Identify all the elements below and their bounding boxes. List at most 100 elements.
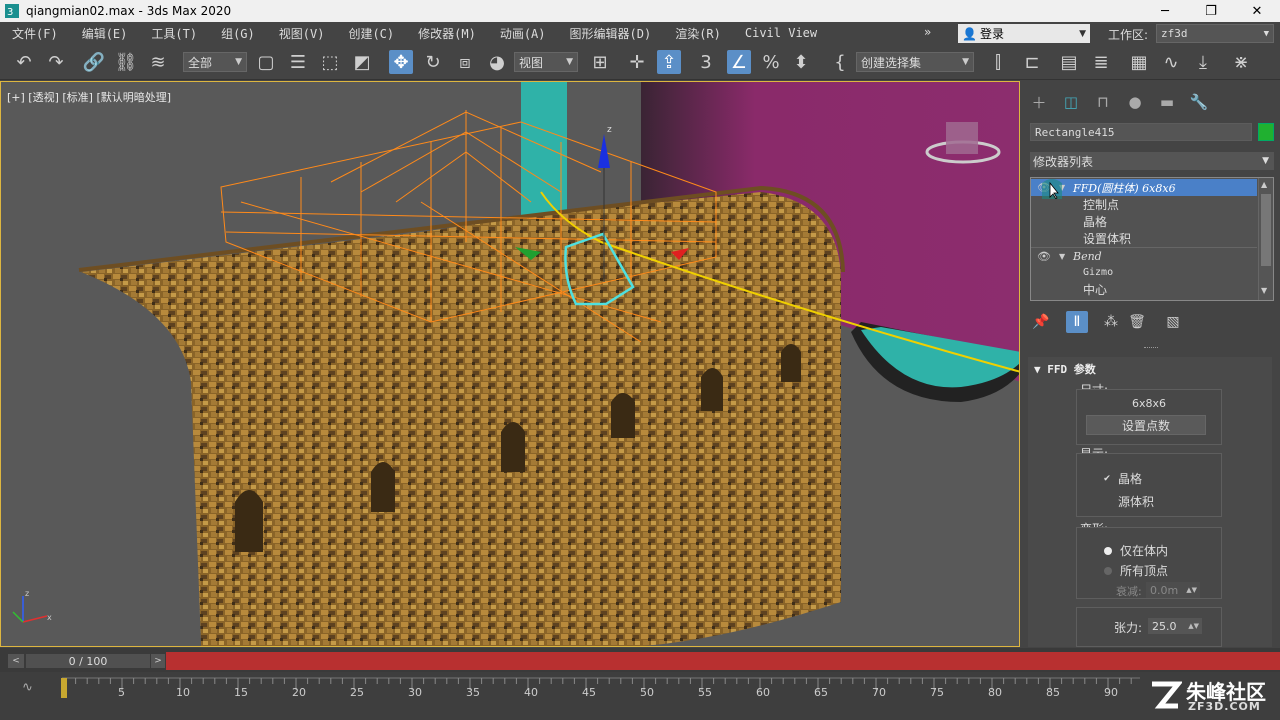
select-by-name-icon[interactable]: ☰ xyxy=(286,50,310,74)
material-editor-icon[interactable]: ⋇ xyxy=(1229,50,1253,74)
modify-tab-icon[interactable]: ◫ xyxy=(1060,91,1082,113)
remove-modifier-icon[interactable]: 🗑 xyxy=(1126,311,1148,333)
perspective-viewport[interactable]: z z x [+] [透视] [标准] [默认明暗处理] xyxy=(0,81,1020,647)
menu-file[interactable]: 文件(F) xyxy=(0,25,70,42)
stack-sub-lattice[interactable]: 晶格 xyxy=(1031,213,1257,230)
stack-sub-gizmo[interactable]: Gizmo xyxy=(1031,264,1257,281)
schematic-icon[interactable]: ⤓ xyxy=(1191,50,1215,74)
all-vertices-radio[interactable]: 所有顶点 xyxy=(1104,562,1168,579)
gizmo-z-label: z xyxy=(607,125,612,135)
maximize-button[interactable]: ❐ xyxy=(1188,0,1234,22)
ribbon-icon[interactable]: ▦ xyxy=(1127,50,1151,74)
motion-tab-icon[interactable]: ● xyxy=(1124,91,1146,113)
bind-space-warp-icon[interactable]: ≋ xyxy=(146,50,170,74)
object-name-field[interactable]: Rectangle415 xyxy=(1030,123,1252,141)
stack-scrollbar[interactable]: ▲ ▼ xyxy=(1258,178,1273,300)
menu-more-button[interactable]: » xyxy=(924,25,931,39)
selection-filter-dropdown[interactable]: 全部 ▼ xyxy=(183,52,247,72)
set-points-button[interactable]: 设置点数 xyxy=(1086,415,1206,435)
eye-icon[interactable]: 👁 xyxy=(1037,250,1051,263)
menu-animation[interactable]: 动画(A) xyxy=(488,25,558,42)
stack-sub-center[interactable]: 中心 xyxy=(1031,281,1257,298)
redo-icon[interactable]: ↷ xyxy=(44,50,68,74)
frame-tick-label: 30 xyxy=(408,686,422,699)
menu-rendering[interactable]: 渲染(R) xyxy=(663,25,733,42)
stack-sub-control-points[interactable]: 控制点 xyxy=(1031,196,1257,213)
object-color-swatch[interactable] xyxy=(1258,123,1274,141)
make-unique-icon[interactable]: ⁂ xyxy=(1100,311,1122,333)
rectangular-region-icon[interactable]: ⬚ xyxy=(318,50,342,74)
rotate-icon[interactable]: ↻ xyxy=(421,50,445,74)
curve-editor-icon[interactable]: ∿ xyxy=(1159,50,1183,74)
app-logo-icon: 3 xyxy=(5,4,19,18)
all-vertices-label: 所有顶点 xyxy=(1120,564,1169,578)
scroll-up-icon[interactable]: ▲ xyxy=(1261,180,1267,189)
select-manipulate-icon[interactable]: ✛ xyxy=(625,50,649,74)
mirror-icon[interactable]: ⫿ xyxy=(986,50,1010,74)
hierarchy-tab-icon[interactable]: ⊓ xyxy=(1092,91,1114,113)
named-selection-icon[interactable]: { xyxy=(828,50,852,74)
keyboard-shortcut-override-icon[interactable]: ⇪ xyxy=(657,50,681,74)
create-tab-icon[interactable]: ＋ xyxy=(1028,91,1050,113)
time-slider-prev-button[interactable]: < xyxy=(8,654,24,668)
pivot-icon[interactable]: ⊞ xyxy=(588,50,612,74)
falloff-spinner[interactable]: 0.0m ▲▼ xyxy=(1146,582,1200,598)
utilities-tab-icon[interactable]: 🔧 xyxy=(1188,91,1210,113)
rollout-title[interactable]: ▼ FFD 参数 xyxy=(1034,361,1096,377)
workspace-dropdown[interactable]: zf3d ▼ xyxy=(1156,24,1274,43)
stack-item-bend[interactable]: 👁 ▼ Bend xyxy=(1031,247,1257,264)
panel-divider-grip[interactable] xyxy=(1144,347,1158,350)
spinner-snap-icon[interactable]: ⬍ xyxy=(789,50,813,74)
menu-create[interactable]: 创建(C) xyxy=(336,25,406,42)
menu-civil-view[interactable]: Civil View xyxy=(733,26,829,40)
chevron-down-icon: ▼ xyxy=(1079,28,1086,39)
login-dropdown[interactable]: 👤 登录 ▼ xyxy=(958,24,1090,43)
configure-modifier-sets-icon[interactable]: ▧ xyxy=(1162,311,1184,333)
stack-item-label: FFD(圆柱体) 6x8x6 xyxy=(1073,181,1176,195)
menu-group[interactable]: 组(G) xyxy=(209,25,267,42)
align-icon[interactable]: ⊏ xyxy=(1020,50,1044,74)
pin-stack-icon[interactable]: 📌 xyxy=(1030,311,1052,333)
menu-modifiers[interactable]: 修改器(M) xyxy=(406,25,488,42)
tension-spinner[interactable]: 25.0 ▲▼ xyxy=(1148,618,1202,634)
stack-item-ffd[interactable]: 👁 ▼ FFD(圆柱体) 6x8x6 xyxy=(1031,179,1257,196)
scale-icon[interactable]: ⧈ xyxy=(453,50,477,74)
time-slider-next-button[interactable]: > xyxy=(151,654,165,668)
time-slider-frame[interactable]: 0 / 100 xyxy=(26,654,150,668)
select-object-icon[interactable]: ▢ xyxy=(254,50,278,74)
source-volume-checkbox[interactable]: 源体积 xyxy=(1102,493,1154,510)
stack-sub-label: 设置体积 xyxy=(1083,232,1132,246)
move-icon[interactable]: ✥ xyxy=(389,50,413,74)
place-icon[interactable]: ◕ xyxy=(485,50,509,74)
show-end-result-icon[interactable]: Ⅱ xyxy=(1066,311,1088,333)
named-selection-dropdown[interactable]: 创建选择集 ▼ xyxy=(856,52,974,72)
expand-triangle-icon[interactable]: ▼ xyxy=(1059,252,1065,261)
time-slider-track[interactable] xyxy=(166,652,1280,670)
only-in-volume-radio[interactable]: 仅在体内 xyxy=(1104,542,1168,559)
snap-3d-icon[interactable]: 3 xyxy=(694,50,718,74)
minimize-button[interactable]: ─ xyxy=(1142,0,1188,22)
scroll-down-icon[interactable]: ▼ xyxy=(1261,286,1267,295)
lattice-checkbox[interactable]: ✔ 晶格 xyxy=(1102,470,1142,487)
track-bar[interactable]: ∿ 5 10 15 20 25 30 35 40 45 50 55 60 65 70 75 80 85 90 xyxy=(0,672,1280,720)
scene-explorer-icon[interactable]: ▤ xyxy=(1057,50,1081,74)
close-button[interactable]: ✕ xyxy=(1234,0,1280,22)
modifier-list-dropdown[interactable]: 修改器列表 ▼ xyxy=(1030,152,1274,170)
window-crossing-icon[interactable]: ◩ xyxy=(350,50,374,74)
percent-snap-icon[interactable]: % xyxy=(759,50,783,74)
display-tab-icon[interactable]: ▬ xyxy=(1156,91,1178,113)
link-icon[interactable]: 🔗 xyxy=(82,50,106,74)
scroll-thumb[interactable] xyxy=(1261,194,1271,266)
menu-tools[interactable]: 工具(T) xyxy=(139,25,209,42)
menu-graph-editors[interactable]: 图形编辑器(D) xyxy=(558,25,664,42)
reference-coordinate-dropdown[interactable]: 视图 ▼ xyxy=(514,52,578,72)
viewport-label[interactable]: [+] [透视] [标准] [默认明暗处理] xyxy=(7,89,171,105)
menu-edit[interactable]: 编辑(E) xyxy=(70,25,140,42)
current-frame-marker[interactable] xyxy=(61,678,67,698)
stack-sub-set-volume[interactable]: 设置体积 xyxy=(1031,230,1257,247)
menu-views[interactable]: 视图(V) xyxy=(267,25,337,42)
angle-snap-icon[interactable]: ∠ xyxy=(727,50,751,74)
unlink-icon[interactable]: ⛓ xyxy=(114,50,138,74)
layer-icon[interactable]: ≣ xyxy=(1089,50,1113,74)
undo-icon[interactable]: ↶ xyxy=(12,50,36,74)
